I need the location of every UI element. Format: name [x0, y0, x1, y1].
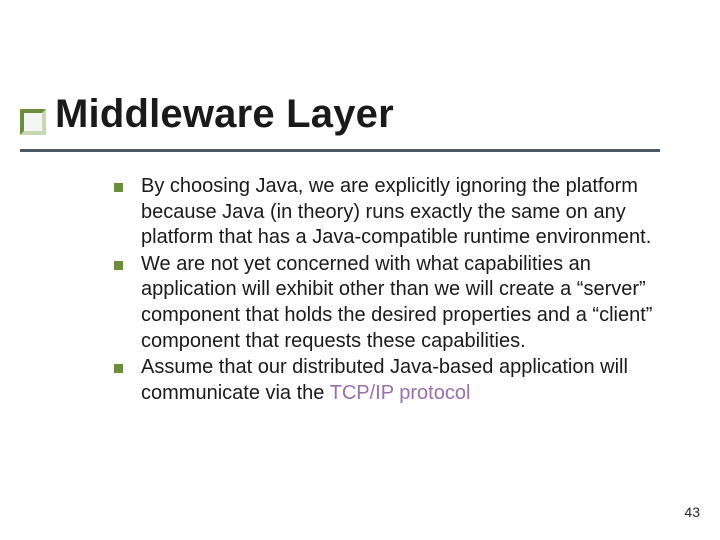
square-bullet-icon: [114, 183, 123, 192]
bullet-item: We are not yet concerned with what capab…: [114, 252, 674, 354]
bullet-text: By choosing Java, we are explicitly igno…: [141, 174, 674, 251]
slide: Middleware Layer By choosing Java, we ar…: [0, 0, 720, 540]
square-bullet-icon: [114, 261, 123, 270]
slide-title: Middleware Layer: [55, 92, 394, 137]
square-bullet-icon: [114, 364, 123, 373]
bullet-item: By choosing Java, we are explicitly igno…: [114, 174, 674, 251]
bullet-text: We are not yet concerned with what capab…: [141, 252, 674, 354]
bullet-text: Assume that our distributed Java-based a…: [141, 355, 674, 406]
slide-body: By choosing Java, we are explicitly igno…: [114, 174, 674, 407]
link-text: TCP/IP protocol: [330, 382, 471, 404]
bullet-item: Assume that our distributed Java-based a…: [114, 355, 674, 406]
page-number: 43: [684, 504, 700, 520]
title-accent-box: [20, 109, 46, 135]
title-underline: [20, 149, 660, 152]
